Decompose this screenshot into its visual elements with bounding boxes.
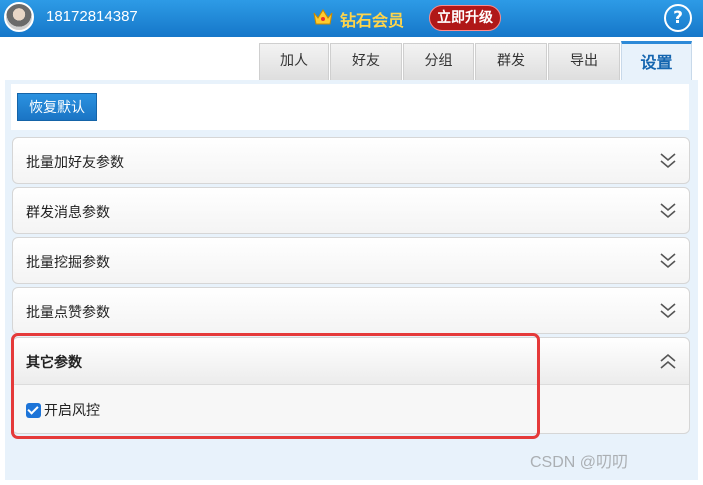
- section-label: 群发消息参数: [26, 205, 110, 221]
- section-label: 批量挖掘参数: [26, 255, 110, 271]
- watermark: CSDN @叨叨: [530, 454, 629, 471]
- vip-level-label: 钻石会员: [340, 11, 405, 30]
- crown-icon: [313, 9, 333, 25]
- account-phone: 18172814387: [46, 8, 138, 25]
- title-bar: 18172814387 钻石会员 立即升级 ?: [0, 0, 703, 37]
- chevron-down-icon[interactable]: [659, 301, 677, 321]
- tab-mass-send[interactable]: 群发: [475, 43, 547, 80]
- chevron-down-icon[interactable]: [659, 201, 677, 221]
- tab-groups[interactable]: 分组: [403, 43, 474, 80]
- section-batch-mining[interactable]: 批量挖掘参数: [12, 237, 690, 284]
- section-label: 批量点赞参数: [26, 305, 110, 321]
- chevron-down-icon[interactable]: [659, 151, 677, 171]
- tab-settings[interactable]: 设置: [621, 41, 692, 82]
- section-batch-like[interactable]: 批量点赞参数: [12, 287, 690, 334]
- upgrade-button[interactable]: 立即升级: [429, 5, 501, 31]
- tab-export[interactable]: 导出: [548, 43, 620, 80]
- section-label: 批量加好友参数: [26, 155, 124, 171]
- tab-add-people[interactable]: 加人: [259, 43, 329, 80]
- tab-bar: 加人 好友 分组 群发 导出 设置: [0, 37, 703, 82]
- section-batch-add-friends[interactable]: 批量加好友参数: [12, 137, 690, 184]
- avatar[interactable]: [4, 2, 34, 32]
- chevron-down-icon[interactable]: [659, 251, 677, 271]
- restore-defaults-button[interactable]: 恢复默认: [17, 93, 97, 121]
- settings-toolbar: 恢复默认: [11, 84, 689, 130]
- chevron-up-icon[interactable]: [659, 351, 677, 371]
- help-button[interactable]: ?: [664, 4, 692, 32]
- tab-friends[interactable]: 好友: [330, 43, 402, 80]
- section-mass-message[interactable]: 群发消息参数: [12, 187, 690, 234]
- highlight-annotation: [11, 333, 540, 439]
